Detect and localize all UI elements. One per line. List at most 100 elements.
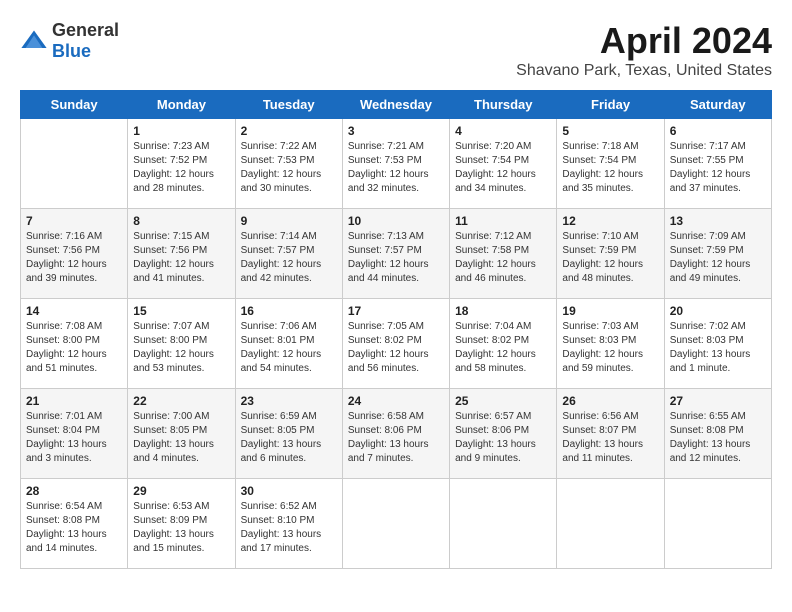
day-number: 10 [348, 214, 444, 228]
day-info: Sunrise: 7:00 AMSunset: 8:05 PMDaylight:… [133, 411, 214, 464]
day-info: Sunrise: 7:12 AMSunset: 7:58 PMDaylight:… [455, 231, 536, 284]
day-info: Sunrise: 7:04 AMSunset: 8:02 PMDaylight:… [455, 321, 536, 374]
day-number: 4 [455, 124, 551, 138]
header-friday: Friday [557, 91, 664, 119]
logo-general: General [52, 20, 119, 40]
calendar-cell [342, 479, 449, 569]
day-number: 9 [241, 214, 337, 228]
day-info: Sunrise: 7:03 AMSunset: 8:03 PMDaylight:… [562, 321, 643, 374]
day-number: 24 [348, 394, 444, 408]
day-info: Sunrise: 7:17 AMSunset: 7:55 PMDaylight:… [670, 141, 751, 194]
logo: General Blue [20, 20, 119, 62]
day-info: Sunrise: 7:13 AMSunset: 7:57 PMDaylight:… [348, 231, 429, 284]
day-number: 11 [455, 214, 551, 228]
day-info: Sunrise: 6:58 AMSunset: 8:06 PMDaylight:… [348, 411, 429, 464]
day-info: Sunrise: 7:16 AMSunset: 7:56 PMDaylight:… [26, 231, 107, 284]
day-number: 6 [670, 124, 766, 138]
day-number: 20 [670, 304, 766, 318]
calendar-cell: 24 Sunrise: 6:58 AMSunset: 8:06 PMDaylig… [342, 389, 449, 479]
header-saturday: Saturday [664, 91, 771, 119]
header-monday: Monday [128, 91, 235, 119]
calendar-cell [450, 479, 557, 569]
day-info: Sunrise: 7:01 AMSunset: 8:04 PMDaylight:… [26, 411, 107, 464]
day-number: 28 [26, 484, 122, 498]
day-info: Sunrise: 7:05 AMSunset: 8:02 PMDaylight:… [348, 321, 429, 374]
day-info: Sunrise: 7:09 AMSunset: 7:59 PMDaylight:… [670, 231, 751, 284]
day-info: Sunrise: 7:08 AMSunset: 8:00 PMDaylight:… [26, 321, 107, 374]
calendar-cell: 6 Sunrise: 7:17 AMSunset: 7:55 PMDayligh… [664, 119, 771, 209]
day-number: 26 [562, 394, 658, 408]
header-row: Sunday Monday Tuesday Wednesday Thursday… [21, 91, 772, 119]
day-number: 17 [348, 304, 444, 318]
calendar-cell: 22 Sunrise: 7:00 AMSunset: 8:05 PMDaylig… [128, 389, 235, 479]
calendar-cell: 23 Sunrise: 6:59 AMSunset: 8:05 PMDaylig… [235, 389, 342, 479]
day-number: 15 [133, 304, 229, 318]
day-info: Sunrise: 6:57 AMSunset: 8:06 PMDaylight:… [455, 411, 536, 464]
day-number: 22 [133, 394, 229, 408]
day-info: Sunrise: 6:52 AMSunset: 8:10 PMDaylight:… [241, 501, 322, 554]
calendar-body: 1 Sunrise: 7:23 AMSunset: 7:52 PMDayligh… [21, 119, 772, 569]
calendar-cell [557, 479, 664, 569]
day-number: 14 [26, 304, 122, 318]
calendar-cell: 13 Sunrise: 7:09 AMSunset: 7:59 PMDaylig… [664, 209, 771, 299]
day-info: Sunrise: 6:54 AMSunset: 8:08 PMDaylight:… [26, 501, 107, 554]
calendar-cell [664, 479, 771, 569]
day-info: Sunrise: 6:56 AMSunset: 8:07 PMDaylight:… [562, 411, 643, 464]
calendar-header: Sunday Monday Tuesday Wednesday Thursday… [21, 91, 772, 119]
subtitle: Shavano Park, Texas, United States [516, 62, 772, 80]
day-number: 27 [670, 394, 766, 408]
day-info: Sunrise: 7:18 AMSunset: 7:54 PMDaylight:… [562, 141, 643, 194]
calendar-cell: 5 Sunrise: 7:18 AMSunset: 7:54 PMDayligh… [557, 119, 664, 209]
day-number: 7 [26, 214, 122, 228]
calendar-cell: 27 Sunrise: 6:55 AMSunset: 8:08 PMDaylig… [664, 389, 771, 479]
day-number: 25 [455, 394, 551, 408]
calendar-cell: 15 Sunrise: 7:07 AMSunset: 8:00 PMDaylig… [128, 299, 235, 389]
calendar-cell: 28 Sunrise: 6:54 AMSunset: 8:08 PMDaylig… [21, 479, 128, 569]
header-thursday: Thursday [450, 91, 557, 119]
day-number: 29 [133, 484, 229, 498]
calendar-cell: 3 Sunrise: 7:21 AMSunset: 7:53 PMDayligh… [342, 119, 449, 209]
main-title: April 2024 [516, 20, 772, 62]
day-number: 5 [562, 124, 658, 138]
calendar-cell: 26 Sunrise: 6:56 AMSunset: 8:07 PMDaylig… [557, 389, 664, 479]
calendar-week-3: 14 Sunrise: 7:08 AMSunset: 8:00 PMDaylig… [21, 299, 772, 389]
calendar-cell: 8 Sunrise: 7:15 AMSunset: 7:56 PMDayligh… [128, 209, 235, 299]
calendar-table: Sunday Monday Tuesday Wednesday Thursday… [20, 90, 772, 569]
day-number: 16 [241, 304, 337, 318]
calendar-cell: 29 Sunrise: 6:53 AMSunset: 8:09 PMDaylig… [128, 479, 235, 569]
day-info: Sunrise: 7:10 AMSunset: 7:59 PMDaylight:… [562, 231, 643, 284]
day-info: Sunrise: 7:22 AMSunset: 7:53 PMDaylight:… [241, 141, 322, 194]
calendar-week-4: 21 Sunrise: 7:01 AMSunset: 8:04 PMDaylig… [21, 389, 772, 479]
calendar-cell: 21 Sunrise: 7:01 AMSunset: 8:04 PMDaylig… [21, 389, 128, 479]
calendar-cell: 7 Sunrise: 7:16 AMSunset: 7:56 PMDayligh… [21, 209, 128, 299]
calendar-cell: 4 Sunrise: 7:20 AMSunset: 7:54 PMDayligh… [450, 119, 557, 209]
calendar-cell: 16 Sunrise: 7:06 AMSunset: 8:01 PMDaylig… [235, 299, 342, 389]
calendar-week-2: 7 Sunrise: 7:16 AMSunset: 7:56 PMDayligh… [21, 209, 772, 299]
calendar-cell [21, 119, 128, 209]
header-sunday: Sunday [21, 91, 128, 119]
calendar-cell: 30 Sunrise: 6:52 AMSunset: 8:10 PMDaylig… [235, 479, 342, 569]
day-info: Sunrise: 7:21 AMSunset: 7:53 PMDaylight:… [348, 141, 429, 194]
day-number: 2 [241, 124, 337, 138]
day-number: 18 [455, 304, 551, 318]
calendar-cell: 10 Sunrise: 7:13 AMSunset: 7:57 PMDaylig… [342, 209, 449, 299]
day-info: Sunrise: 6:53 AMSunset: 8:09 PMDaylight:… [133, 501, 214, 554]
calendar-cell: 19 Sunrise: 7:03 AMSunset: 8:03 PMDaylig… [557, 299, 664, 389]
logo-icon [20, 27, 48, 55]
day-number: 23 [241, 394, 337, 408]
title-block: April 2024 Shavano Park, Texas, United S… [516, 20, 772, 80]
calendar-cell: 12 Sunrise: 7:10 AMSunset: 7:59 PMDaylig… [557, 209, 664, 299]
day-number: 1 [133, 124, 229, 138]
day-info: Sunrise: 6:55 AMSunset: 8:08 PMDaylight:… [670, 411, 751, 464]
day-info: Sunrise: 7:15 AMSunset: 7:56 PMDaylight:… [133, 231, 214, 284]
day-number: 3 [348, 124, 444, 138]
day-info: Sunrise: 7:14 AMSunset: 7:57 PMDaylight:… [241, 231, 322, 284]
day-number: 8 [133, 214, 229, 228]
page-header: General Blue April 2024 Shavano Park, Te… [20, 20, 772, 80]
calendar-cell: 9 Sunrise: 7:14 AMSunset: 7:57 PMDayligh… [235, 209, 342, 299]
day-info: Sunrise: 6:59 AMSunset: 8:05 PMDaylight:… [241, 411, 322, 464]
calendar-cell: 18 Sunrise: 7:04 AMSunset: 8:02 PMDaylig… [450, 299, 557, 389]
calendar-cell: 2 Sunrise: 7:22 AMSunset: 7:53 PMDayligh… [235, 119, 342, 209]
day-number: 13 [670, 214, 766, 228]
day-info: Sunrise: 7:06 AMSunset: 8:01 PMDaylight:… [241, 321, 322, 374]
